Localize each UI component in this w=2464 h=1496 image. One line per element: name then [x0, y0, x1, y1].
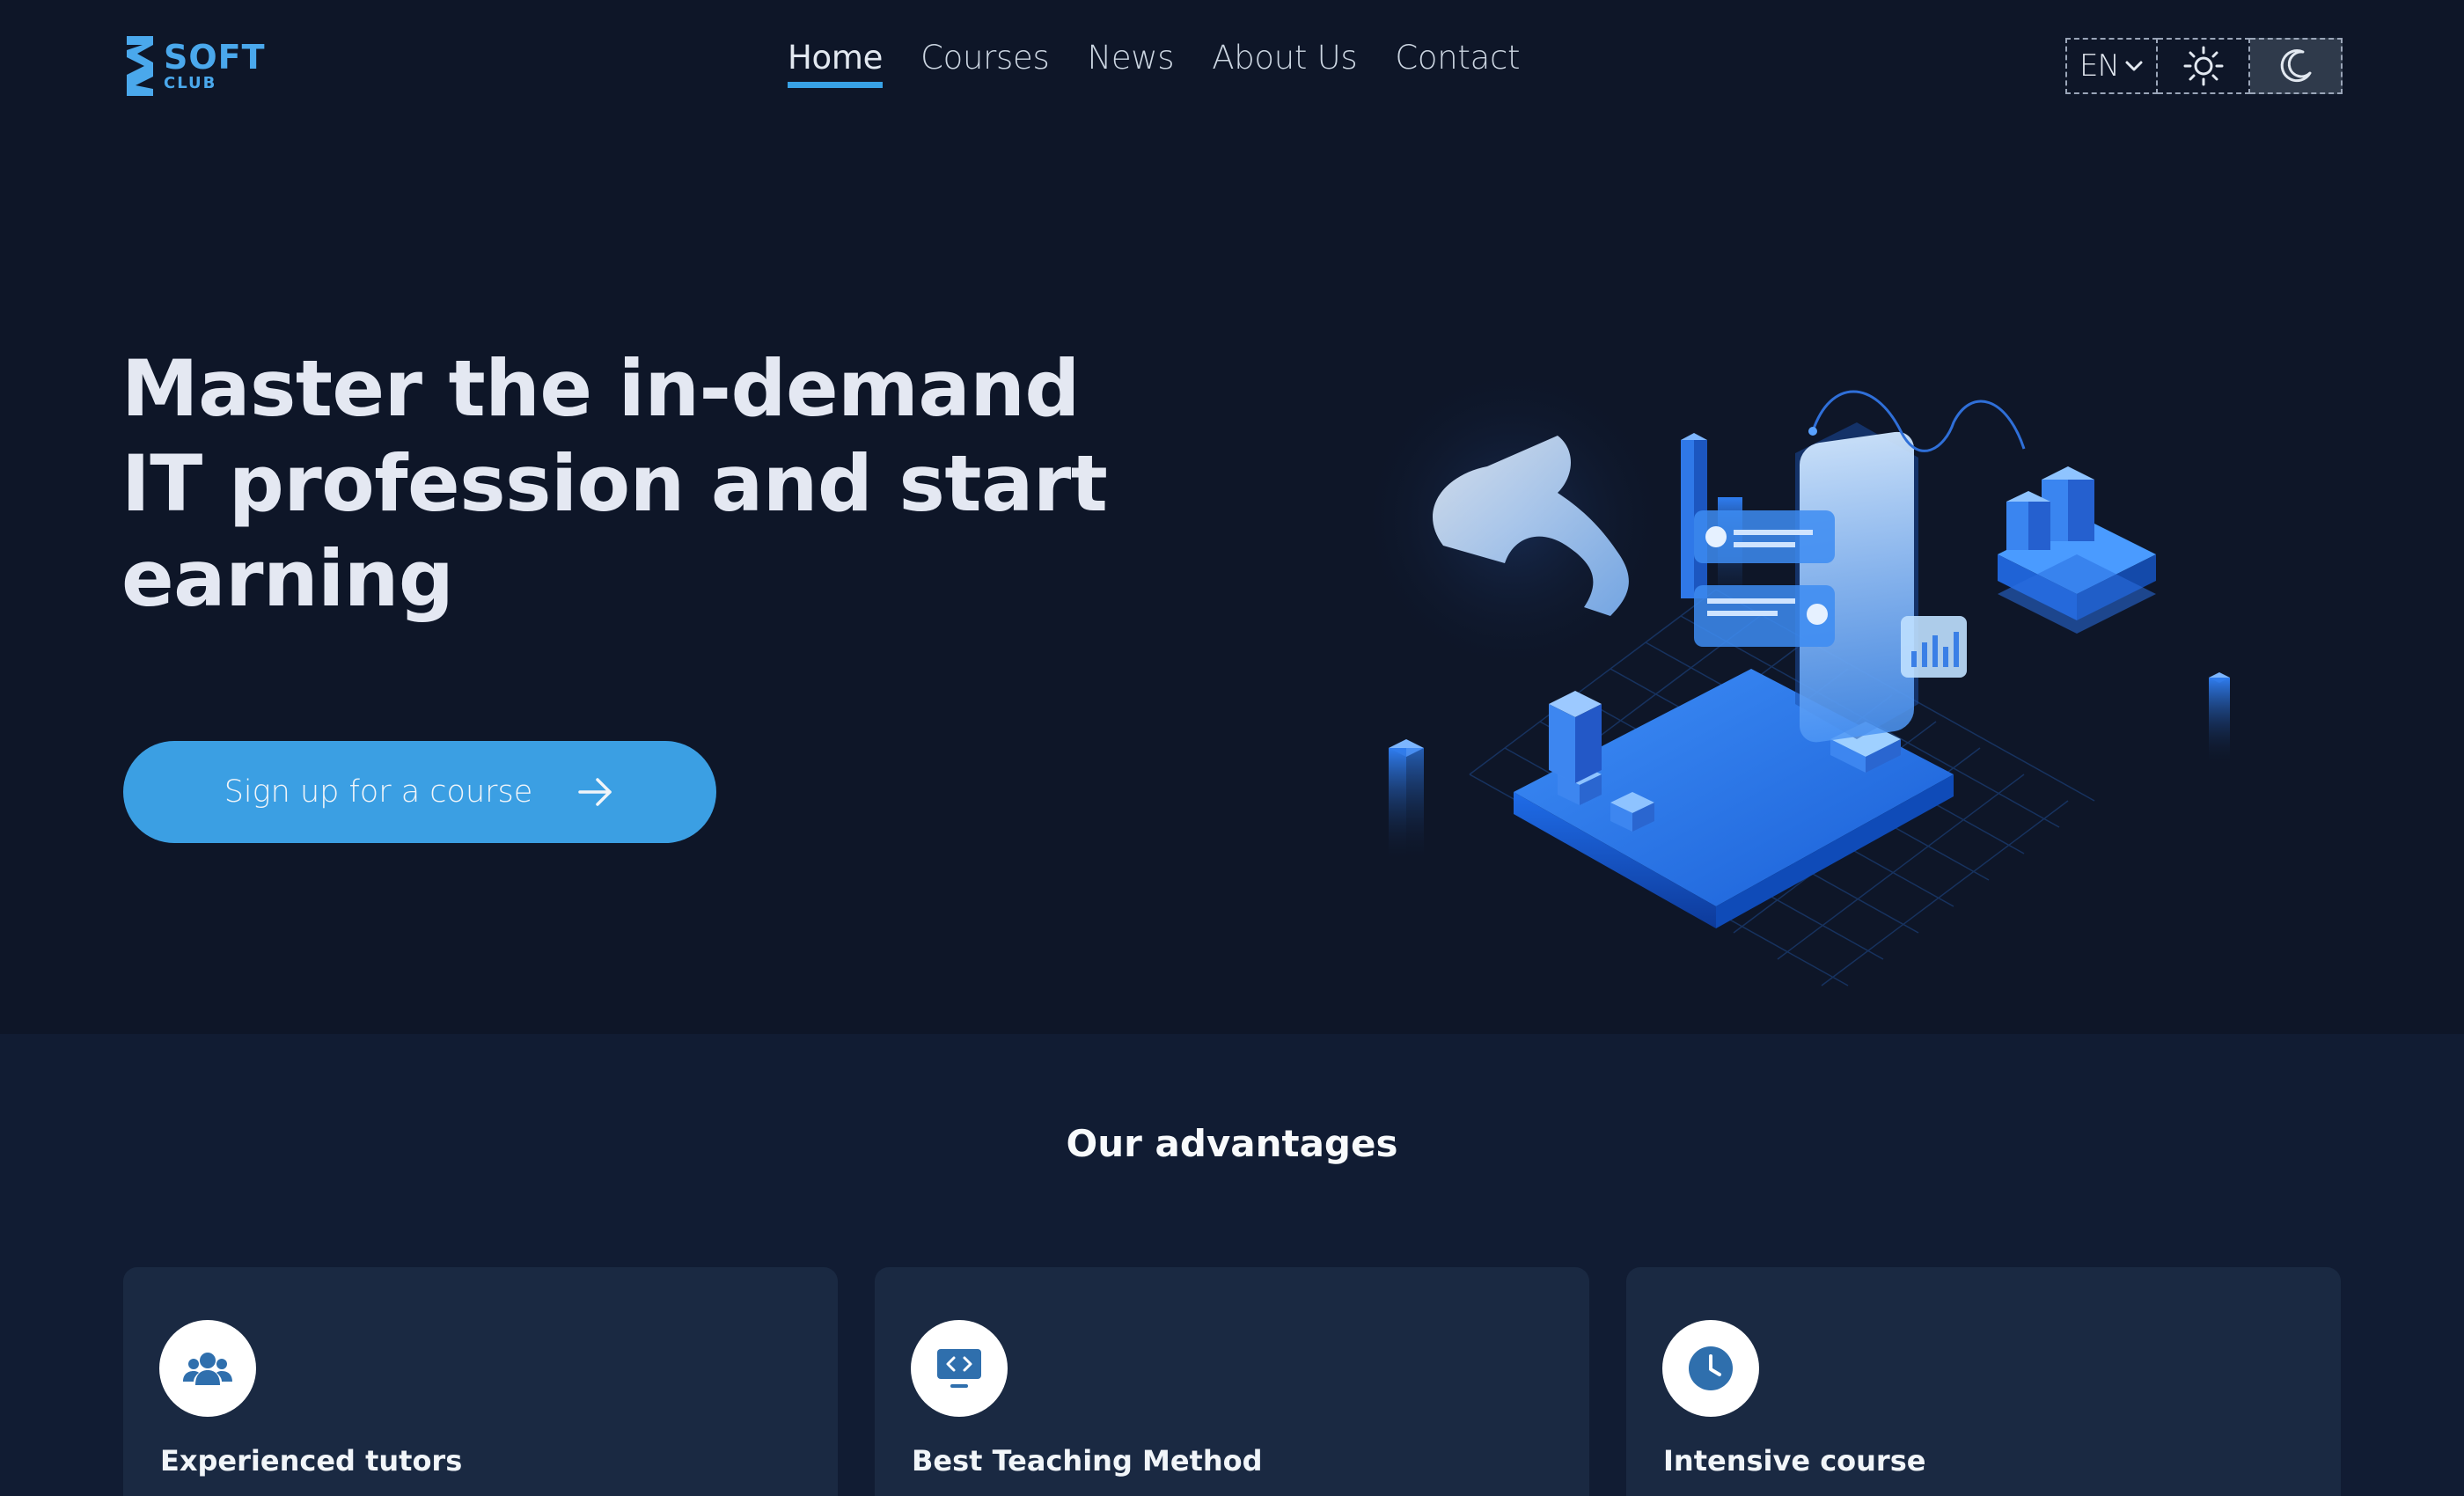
language-select[interactable]: EN — [2065, 38, 2158, 94]
dark-theme-button[interactable] — [2250, 38, 2343, 94]
light-theme-button[interactable] — [2158, 38, 2250, 94]
isometric-tech-illustration — [1355, 361, 2230, 986]
hero-title: Master the in-demand IT profession and s… — [121, 343, 1108, 624]
header-controls: EN — [2065, 38, 2343, 94]
advantage-card-title: Best Teaching Method — [912, 1444, 1263, 1478]
monitor-code-icon — [911, 1320, 1008, 1417]
advantage-card-tutors: Experienced tutors — [123, 1267, 838, 1496]
main-nav: Home Courses News About Us Contact — [788, 39, 1521, 93]
nav-item-home[interactable]: Home — [788, 39, 883, 88]
nav-item-courses[interactable]: Courses — [920, 39, 1050, 82]
hero-section: Master the in-demand IT profession and s… — [0, 132, 2464, 1034]
advantage-card-teaching: Best Teaching Method — [875, 1267, 1589, 1496]
logo-text-soft: SOFT — [164, 38, 266, 77]
site-header: SOFT CLUB Home Courses News About Us Con… — [0, 0, 2464, 132]
advantage-card-title: Experienced tutors — [160, 1444, 463, 1478]
sign-up-button-label: Sign up for a course — [224, 774, 533, 810]
users-icon — [159, 1320, 256, 1417]
logo-text: SOFT CLUB — [164, 40, 266, 92]
moon-icon — [2280, 49, 2311, 83]
advantage-card-intensive: Intensive course — [1626, 1267, 2341, 1496]
chevron-down-icon — [2125, 61, 2143, 71]
clock-icon — [1662, 1320, 1759, 1417]
language-value: EN — [2079, 48, 2120, 84]
sun-icon — [2183, 46, 2223, 86]
advantages-title: Our advantages — [1066, 1122, 1398, 1165]
nav-item-contact[interactable]: Contact — [1395, 39, 1520, 82]
nav-item-about-us[interactable]: About Us — [1212, 39, 1357, 82]
logo-text-club: CLUB — [164, 74, 217, 92]
nav-item-news[interactable]: News — [1087, 39, 1174, 82]
logo-mark-icon — [127, 36, 153, 96]
sign-up-button[interactable]: Sign up for a course — [123, 741, 716, 843]
advantages-section: Our advantages Experienced tutors Best T… — [0, 1034, 2464, 1496]
advantage-card-title: Intensive course — [1663, 1444, 1926, 1478]
arrow-right-icon — [578, 778, 612, 806]
logo[interactable]: SOFT CLUB — [123, 33, 268, 99]
